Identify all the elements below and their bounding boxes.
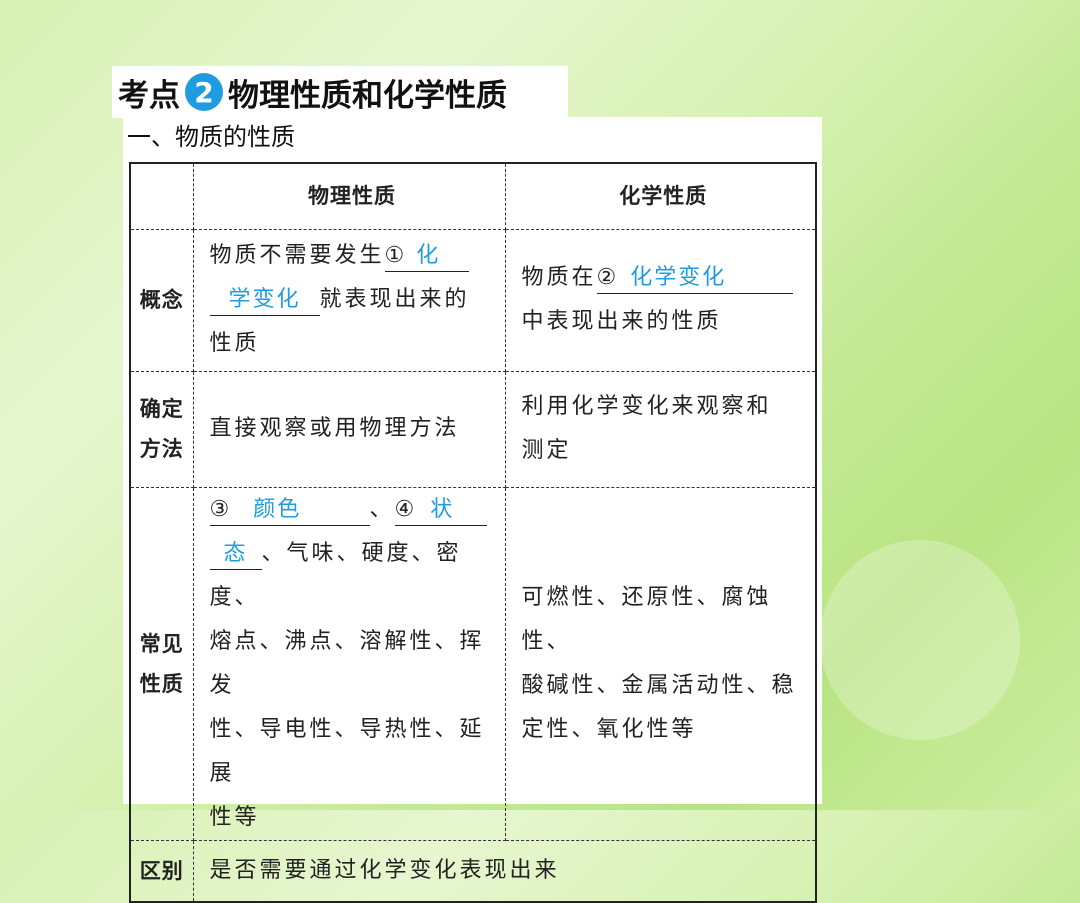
common-physical-cell: ③ 颜色 、④ 状 态、气味、硬度、密度、 熔点、沸点、溶解性、挥发 性、导电性、导热… <box>192 486 506 841</box>
common-physical-line5: 性等 <box>209 804 260 830</box>
row-label-common-line2: 性质 <box>139 671 184 696</box>
background-decoration <box>820 540 1020 740</box>
row-label-difference: 区别 <box>129 839 194 903</box>
header-physical: 物理性质 <box>192 162 506 230</box>
concept-physical-cell: 物质不需要发生① 化 学变化 就表现出来的 性质 <box>192 228 506 372</box>
table-row-difference: 区别 是否需要通过化学变化表现出来 <box>129 839 817 903</box>
table-header-row: 物理性质 化学性质 <box>129 162 817 230</box>
separator: 、 <box>369 496 395 522</box>
method-physical-cell: 直接观察或用物理方法 <box>192 370 506 488</box>
answer-4-part-a: 状 <box>430 496 455 522</box>
row-label-method-line1: 确定 <box>139 397 184 421</box>
difference-cell: 是否需要通过化学变化表现出来 <box>192 839 817 903</box>
concept-chemical-pre: 物质在 <box>521 265 597 290</box>
answer-1-part-a: 化 <box>416 243 441 268</box>
blank-4-marker: ④ <box>394 496 417 522</box>
concept-physical-tail: 性质 <box>209 331 260 356</box>
table-row-common: 常见 性质 ③ 颜色 、④ 状 态、气味、硬度、密度、 熔点、沸点、溶解性、挥发 性、… <box>129 486 817 841</box>
topic-number-badge: 2 <box>185 73 223 111</box>
blank-1-marker: ① <box>384 243 407 268</box>
blank-1: ①化 <box>384 241 469 272</box>
header-chemical: 化学性质 <box>504 162 817 230</box>
table-row-method: 确定 方法 直接观察或用物理方法 利用化学变化来观察和 测定 <box>129 370 817 488</box>
answer-4-part-b: 态 <box>209 539 262 570</box>
common-chemical-line1: 可燃性、还原性、腐蚀性、 <box>521 584 772 654</box>
section-heading: 一、物质的性质 <box>127 123 295 151</box>
content-panel: 一、物质的性质 物理性质 化学性质 概念 物质不需要发生① 化 学变化 就表现出来的… <box>123 117 822 903</box>
blank-4: ④状 <box>394 495 487 526</box>
row-label-common-line1: 常见 <box>139 631 184 656</box>
topic-prefix: 考点 <box>118 77 180 114</box>
common-chemical-cell: 可燃性、还原性、腐蚀性、 酸碱性、金属活动性、稳 定性、氧化性等 <box>504 486 817 841</box>
blank-2-marker: ② <box>596 265 619 290</box>
header-empty-cell <box>129 162 194 230</box>
concept-chemical-cell: 物质在② 化学变化 中表现出来的性质 <box>504 228 817 372</box>
concept-physical-post: 就表现出来的 <box>319 287 470 312</box>
method-chemical-line2: 测定 <box>521 438 572 463</box>
topic-title: 考点 2 物理性质和化学性质 <box>112 66 568 118</box>
row-label-concept: 概念 <box>129 228 194 372</box>
answer-1-part-b: 学变化 <box>209 285 320 316</box>
properties-table: 物理性质 化学性质 概念 物质不需要发生① 化 学变化 就表现出来的 性质 物质在②… <box>129 162 817 903</box>
row-label-method: 确定 方法 <box>129 370 194 488</box>
method-chemical-cell: 利用化学变化来观察和 测定 <box>504 370 817 488</box>
blank-2: ② 化学变化 <box>596 263 793 294</box>
blank-3: ③ 颜色 <box>209 495 370 526</box>
common-chemical-line3: 定性、氧化性等 <box>521 716 697 742</box>
row-label-method-line2: 方法 <box>139 437 184 461</box>
answer-3: 颜色 <box>253 496 302 522</box>
common-physical-line4: 性、导电性、导热性、延展 <box>209 716 485 786</box>
blank-3-marker: ③ <box>209 496 232 522</box>
answer-2: 化学变化 <box>630 265 727 290</box>
table-row-concept: 概念 物质不需要发生① 化 学变化 就表现出来的 性质 物质在② 化学变化 中表现出来… <box>129 228 817 372</box>
topic-text: 物理性质和化学性质 <box>228 77 507 114</box>
common-chemical-line2: 酸碱性、金属活动性、稳 <box>521 672 797 698</box>
concept-chemical-post: 中表现出来的性质 <box>521 309 722 334</box>
row-label-common: 常见 性质 <box>129 486 194 841</box>
method-chemical-line1: 利用化学变化来观察和 <box>521 394 772 419</box>
concept-physical-text: 物质不需要发生 <box>209 243 385 268</box>
common-physical-line3: 熔点、沸点、溶解性、挥发 <box>209 628 485 698</box>
